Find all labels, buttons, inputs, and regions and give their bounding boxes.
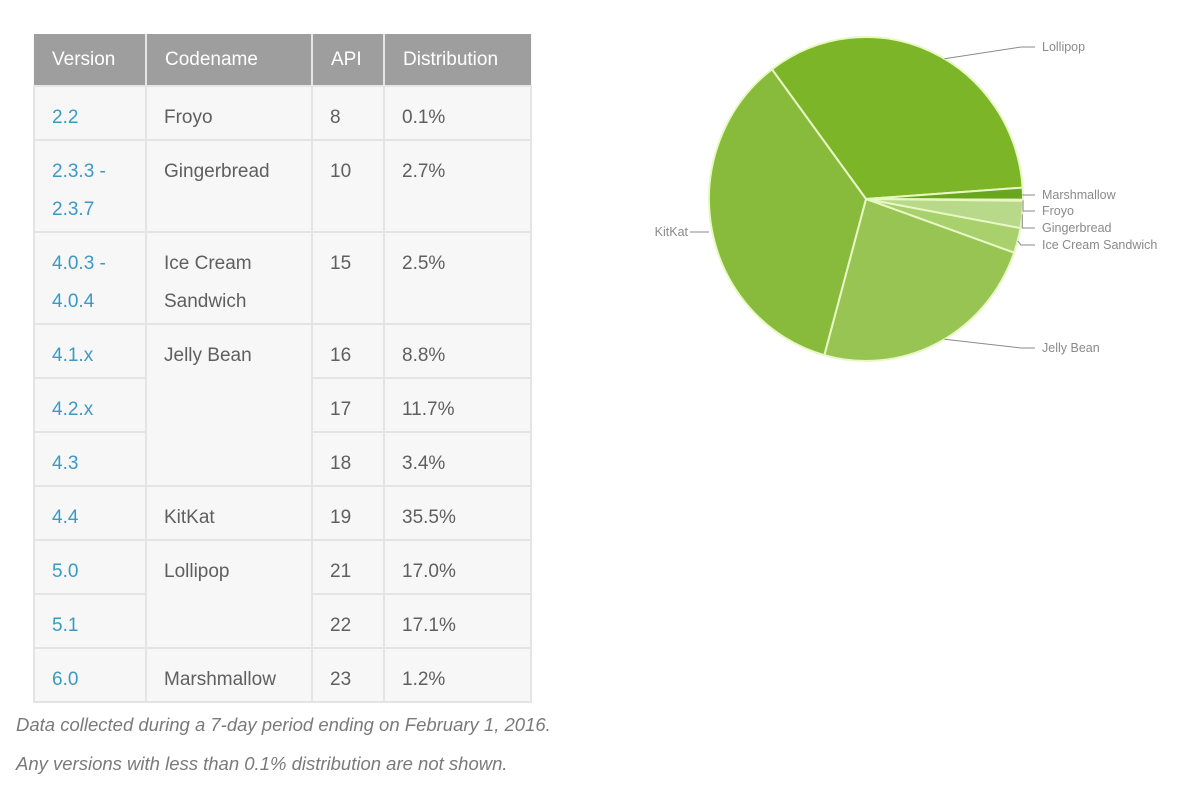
pie-label: Froyo: [1042, 204, 1074, 218]
distribution-pie-chart: Lollipop Marshmallow Froyo Gingerbread Ice C…: [655, 36, 1157, 362]
pie-callout-line: [1021, 214, 1035, 229]
pie-label: Marshmallow: [1042, 188, 1117, 202]
pie-callout-line: [944, 46, 1035, 60]
pie-callout-line: [1022, 200, 1035, 212]
pie-label: KitKat: [655, 225, 689, 239]
pie-callout-line: [944, 338, 1035, 349]
pie-label: Jelly Bean: [1042, 341, 1100, 355]
pie-slices: [708, 36, 1025, 362]
pie-callout-line: [1022, 194, 1035, 196]
pie-callout-line: [1017, 240, 1035, 246]
pie-label: Ice Cream Sandwich: [1042, 238, 1157, 252]
pie-label: Gingerbread: [1042, 221, 1112, 235]
pie-label: Lollipop: [1042, 40, 1085, 54]
